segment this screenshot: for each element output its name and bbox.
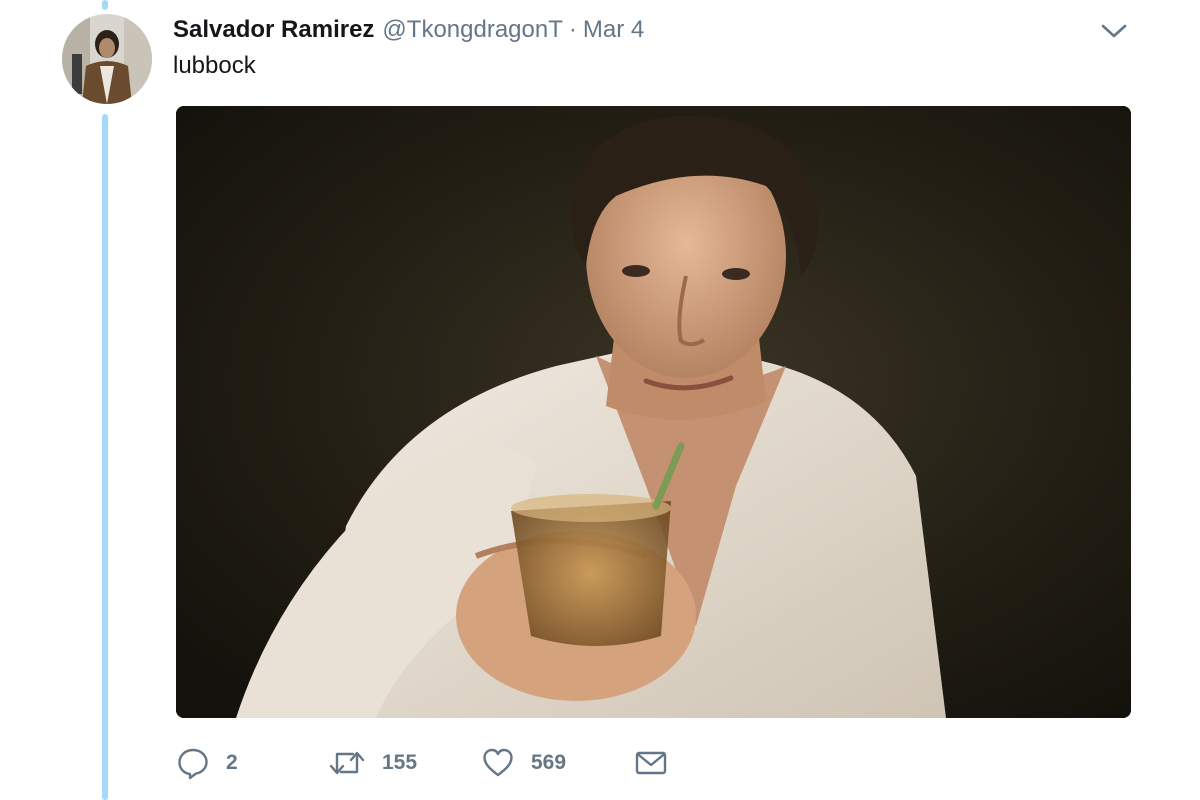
tweet-actions: 2 155 569 [176,745,696,781]
avatar[interactable] [62,14,152,104]
media-image [176,106,1131,718]
tweet-timestamp[interactable]: Mar 4 [583,16,644,44]
avatar-image [62,14,152,104]
tweet-header: Salvador Ramirez @TkongdragonT · Mar 4 [173,14,644,46]
separator-dot: · [568,16,577,43]
reply-count: 2 [226,751,238,774]
retweet-count: 155 [382,751,418,774]
tweet-text: lubbock [173,52,256,79]
thread-connector-top [102,0,108,10]
heart-icon [481,746,515,780]
tweet-media-photo[interactable] [176,106,1131,718]
like-count: 569 [531,751,567,774]
chevron-down-icon [1101,24,1127,38]
user-handle[interactable]: @TkongdragonT [382,16,562,44]
envelope-icon [634,746,668,780]
tweet-card: Salvador Ramirez @TkongdragonT · Mar 4 l… [0,0,1200,800]
more-options-button[interactable] [1098,18,1130,44]
display-name[interactable]: Salvador Ramirez [173,16,374,44]
retweet-icon [328,746,366,780]
reply-button[interactable]: 2 [176,745,238,781]
thread-connector-bottom [102,114,108,800]
retweet-button[interactable]: 155 [328,745,417,781]
reply-icon [176,746,210,780]
like-button[interactable]: 569 [481,745,566,781]
direct-message-button[interactable] [634,745,668,781]
